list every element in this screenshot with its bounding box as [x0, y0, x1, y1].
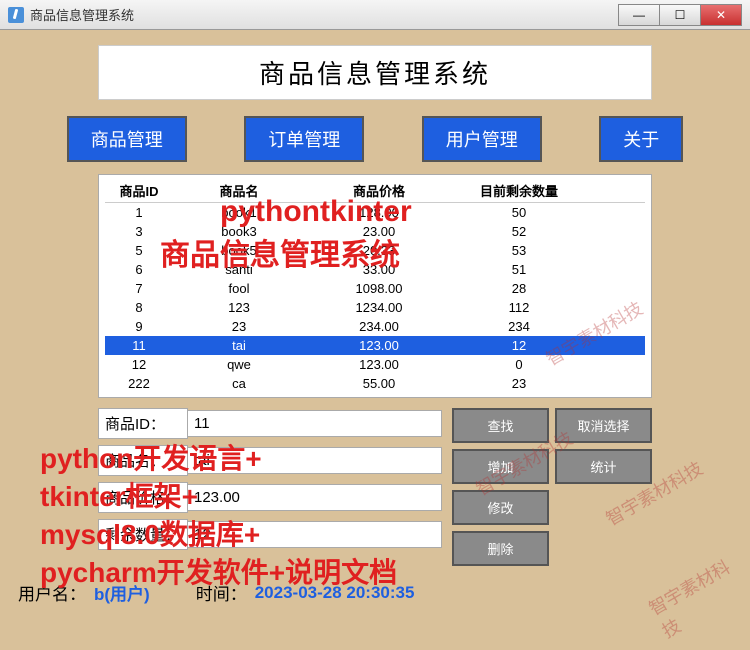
cell-price: 128.00	[309, 205, 449, 220]
product-table: 商品ID 商品名 商品价格 目前剩余数量 1book1128.00503book…	[98, 174, 652, 398]
cell-stock: 51	[449, 262, 589, 277]
cell-id: 6	[109, 262, 169, 277]
status-time-value: 2023-03-28 20:30:35	[255, 583, 415, 603]
cell-price: 23.00	[309, 224, 449, 239]
table-row[interactable]: 3book323.0052	[105, 222, 645, 241]
table-header: 商品ID 商品名 商品价格 目前剩余数量	[105, 179, 645, 203]
table-row[interactable]: 11tai123.0012	[105, 336, 645, 355]
minimize-button[interactable]: —	[618, 4, 660, 26]
cell-id: 7	[109, 281, 169, 296]
maximize-button[interactable]: ☐	[659, 4, 701, 26]
cell-id: 3	[109, 224, 169, 239]
cell-id: 5	[109, 243, 169, 258]
status-bar: 用户名： b(用户) 时间： 2023-03-28 20:30:35	[18, 580, 732, 605]
cell-price: 20.33	[309, 243, 449, 258]
nav-product[interactable]: 商品管理	[67, 116, 187, 162]
cell-name: santi	[169, 262, 309, 277]
form-area: 商品ID： 11 商品名： tai 商品价格： 123.00 剩余数量： 12 …	[98, 408, 652, 566]
cell-price: 234.00	[309, 319, 449, 334]
window-titlebar: 商品信息管理系统 — ☐ ✕	[0, 0, 750, 30]
cell-price: 55.00	[309, 376, 449, 391]
cell-name: fool	[169, 281, 309, 296]
nav-user[interactable]: 用户管理	[422, 116, 542, 162]
col-id: 商品ID	[109, 181, 169, 200]
cell-price: 1098.00	[309, 281, 449, 296]
cell-price: 33.00	[309, 262, 449, 277]
input-name[interactable]: tai	[187, 447, 442, 474]
col-price: 商品价格	[309, 181, 449, 200]
nav-bar: 商品管理 订单管理 用户管理 关于	[18, 116, 732, 174]
cell-stock: 53	[449, 243, 589, 258]
cell-stock: 12	[449, 338, 589, 353]
delete-button[interactable]: 删除	[452, 531, 549, 566]
cell-name: book3	[169, 224, 309, 239]
label-name: 商品名：	[98, 445, 188, 476]
window-buttons: — ☐ ✕	[619, 4, 742, 26]
cell-id: 8	[109, 300, 169, 315]
cell-price: 1234.00	[309, 300, 449, 315]
cell-stock: 50	[449, 205, 589, 220]
cell-id: 11	[109, 338, 169, 353]
col-stock: 目前剩余数量	[449, 181, 589, 200]
cell-stock: 112	[449, 300, 589, 315]
col-name: 商品名	[169, 181, 309, 200]
cell-name: book5	[169, 243, 309, 258]
app-icon	[8, 7, 24, 23]
window-title: 商品信息管理系统	[30, 5, 619, 24]
cell-price: 123.00	[309, 357, 449, 372]
form-fields: 商品ID： 11 商品名： tai 商品价格： 123.00 剩余数量： 12	[98, 408, 442, 566]
status-time-label: 时间：	[196, 580, 247, 605]
cell-name: 23	[169, 319, 309, 334]
cell-id: 12	[109, 357, 169, 372]
nav-order[interactable]: 订单管理	[244, 116, 364, 162]
cell-stock: 0	[449, 357, 589, 372]
search-button[interactable]: 查找	[452, 408, 549, 443]
cell-stock: 28	[449, 281, 589, 296]
label-stock: 剩余数量：	[98, 519, 188, 550]
client-area: 商品信息管理系统 商品管理 订单管理 用户管理 关于 商品ID 商品名 商品价格…	[0, 30, 750, 650]
cell-name: 123	[169, 300, 309, 315]
table-row[interactable]: 12qwe123.000	[105, 355, 645, 374]
table-row[interactable]: 81231234.00112	[105, 298, 645, 317]
table-row[interactable]: 6santi33.0051	[105, 260, 645, 279]
cell-name: tai	[169, 338, 309, 353]
cell-id: 222	[109, 376, 169, 391]
input-id[interactable]: 11	[187, 410, 442, 437]
input-price[interactable]: 123.00	[187, 484, 442, 511]
edit-button[interactable]: 修改	[452, 490, 549, 525]
action-buttons: 查找 取消选择 增加 统计 修改 删除	[452, 408, 652, 566]
cell-name: qwe	[169, 357, 309, 372]
nav-about[interactable]: 关于	[599, 116, 683, 162]
cell-stock: 23	[449, 376, 589, 391]
table-row[interactable]: 7fool1098.0028	[105, 279, 645, 298]
cancel-select-button[interactable]: 取消选择	[555, 408, 652, 443]
cell-id: 9	[109, 319, 169, 334]
table-row[interactable]: 222ca55.0023	[105, 374, 645, 393]
stats-button[interactable]: 统计	[555, 449, 652, 484]
table-body: 1book1128.00503book323.00525book520.3353…	[105, 203, 645, 393]
cell-name: book1	[169, 205, 309, 220]
label-id: 商品ID：	[98, 408, 188, 439]
input-stock[interactable]: 12	[187, 521, 442, 548]
cell-stock: 52	[449, 224, 589, 239]
cell-name: ca	[169, 376, 309, 391]
close-button[interactable]: ✕	[700, 4, 742, 26]
status-user-label: 用户名：	[18, 580, 86, 605]
add-button[interactable]: 增加	[452, 449, 549, 484]
table-row[interactable]: 5book520.3353	[105, 241, 645, 260]
cell-price: 123.00	[309, 338, 449, 353]
cell-id: 1	[109, 205, 169, 220]
cell-stock: 234	[449, 319, 589, 334]
table-row[interactable]: 1book1128.0050	[105, 203, 645, 222]
status-user-value: b(用户)	[94, 580, 150, 605]
label-price: 商品价格：	[98, 482, 188, 513]
page-title: 商品信息管理系统	[98, 45, 652, 100]
table-row[interactable]: 923234.00234	[105, 317, 645, 336]
